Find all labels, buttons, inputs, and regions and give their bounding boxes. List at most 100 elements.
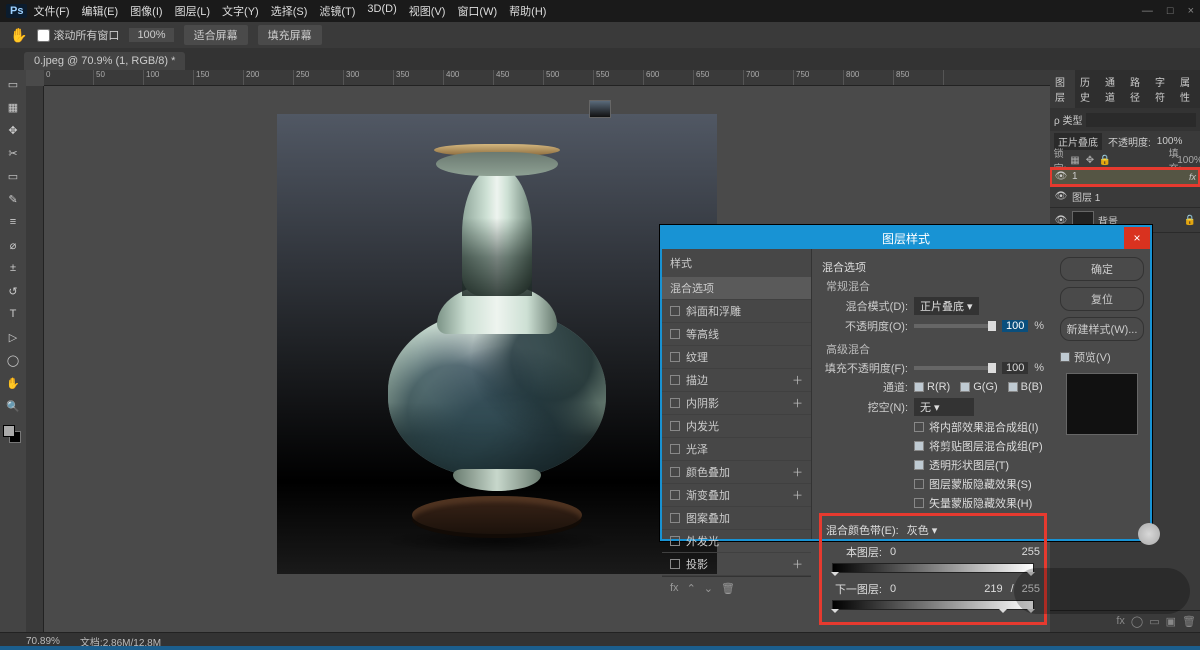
window-maximize-icon[interactable]: □: [1167, 5, 1174, 17]
fill-value[interactable]: 100%: [1184, 154, 1196, 166]
dialog-titlebar[interactable]: 图层样式 ×: [662, 227, 1150, 249]
pen-tool-icon[interactable]: ▷: [3, 327, 23, 347]
document-tab[interactable]: 0.jpeg @ 70.9% (1, RGB/8) *: [24, 52, 185, 70]
dialog-close-icon[interactable]: ×: [1124, 227, 1150, 249]
reset-button[interactable]: 复位: [1060, 287, 1144, 311]
fit-screen-button[interactable]: 适合屏幕: [184, 25, 248, 45]
preview-checkbox[interactable]: 预览(V): [1060, 349, 1144, 365]
hand-tool-icon[interactable]: ✋: [10, 27, 27, 44]
stamp-tool-icon[interactable]: ⌀: [3, 235, 23, 255]
style-inner-glow[interactable]: 内发光: [662, 415, 811, 438]
underlying-slider[interactable]: [832, 600, 1034, 610]
menu-image[interactable]: 图像(I): [130, 3, 162, 19]
fx-icon[interactable]: fx: [1116, 615, 1125, 628]
menu-file[interactable]: 文件(F): [33, 3, 69, 19]
tab-properties[interactable]: 属性: [1175, 70, 1200, 108]
menu-help[interactable]: 帮助(H): [509, 3, 546, 19]
zoom-100-button[interactable]: 100%: [129, 28, 173, 42]
move-tool-icon[interactable]: ▭: [3, 74, 23, 94]
channel-r[interactable]: R(R): [914, 381, 950, 393]
menu-window[interactable]: 窗口(W): [457, 3, 497, 19]
menu-filter[interactable]: 滤镜(T): [319, 3, 355, 19]
eyedropper-tool-icon[interactable]: ✎: [3, 189, 23, 209]
lock-all-icon[interactable]: 🔒: [1099, 154, 1111, 166]
style-pattern-overlay[interactable]: 图案叠加: [662, 507, 811, 530]
tab-layers[interactable]: 图层: [1050, 70, 1075, 108]
lasso-tool-icon[interactable]: ✥: [3, 120, 23, 140]
cb-transparency-shapes[interactable]: 透明形状图层(T): [914, 457, 1044, 473]
style-satin[interactable]: 光泽: [662, 438, 811, 461]
new-layer-icon[interactable]: ▣: [1166, 615, 1176, 628]
up-icon[interactable]: ⌃: [687, 582, 696, 595]
style-bevel[interactable]: 斜面和浮雕: [662, 300, 811, 323]
hand-tool-icon[interactable]: ✋: [3, 373, 23, 393]
zoom-tool-icon[interactable]: 🔍: [3, 396, 23, 416]
fx-menu-icon[interactable]: fx: [670, 582, 679, 595]
cb-layer-mask-hides[interactable]: 图层蒙版隐藏效果(S): [914, 476, 1044, 492]
menu-select[interactable]: 选择(S): [271, 3, 308, 19]
style-drop-shadow[interactable]: 投影＋: [662, 553, 811, 576]
document-canvas[interactable]: [277, 114, 717, 574]
layer-filter-input[interactable]: [1086, 113, 1196, 127]
fx-badge-icon[interactable]: fx: [1189, 172, 1196, 182]
style-contour[interactable]: 等高线: [662, 323, 811, 346]
channel-g[interactable]: G(G): [960, 381, 997, 393]
style-texture[interactable]: 纹理: [662, 346, 811, 369]
scroll-all-checkbox[interactable]: 滚动所有窗口: [37, 27, 119, 43]
layer-name[interactable]: 1: [1072, 171, 1078, 182]
lock-pixels-icon[interactable]: ▦: [1069, 154, 1081, 166]
type-tool-icon[interactable]: T: [3, 304, 23, 324]
visibility-icon[interactable]: 👁: [1054, 191, 1068, 202]
lock-position-icon[interactable]: ✥: [1084, 154, 1096, 166]
add-icon[interactable]: ＋: [792, 372, 803, 388]
window-minimize-icon[interactable]: —: [1142, 5, 1153, 17]
down-icon[interactable]: ⌄: [704, 582, 713, 595]
trash-icon[interactable]: 🗑: [721, 582, 735, 595]
shape-tool-icon[interactable]: ◯: [3, 350, 23, 370]
folder-icon[interactable]: ▭: [1149, 615, 1159, 628]
visibility-icon[interactable]: 👁: [1054, 215, 1068, 226]
menu-3d[interactable]: 3D(D): [367, 3, 396, 19]
cb-vector-mask-hides[interactable]: 矢量蒙版隐藏效果(H): [914, 495, 1044, 511]
style-stroke[interactable]: 描边＋: [662, 369, 811, 392]
layer-style-dialog[interactable]: 图层样式 × 样式 混合选项 斜面和浮雕 等高线 纹理 描边＋ 内阴影＋ 内发光…: [660, 225, 1152, 541]
blend-mode-select[interactable]: 正片叠底 ▾: [914, 297, 979, 315]
menu-view[interactable]: 视图(V): [409, 3, 446, 19]
knockout-select[interactable]: 无 ▾: [914, 398, 974, 416]
opacity-value[interactable]: 100: [1002, 320, 1028, 332]
style-blending-options[interactable]: 混合选项: [662, 277, 811, 300]
style-color-overlay[interactable]: 颜色叠加＋: [662, 461, 811, 484]
tab-channels[interactable]: 通道: [1100, 70, 1125, 108]
add-icon[interactable]: ＋: [792, 556, 803, 572]
cb-clip-group[interactable]: 将剪贴图层混合成组(P): [914, 438, 1044, 454]
fill-screen-button[interactable]: 填充屏幕: [258, 25, 322, 45]
crop-tool-icon[interactable]: ✂: [3, 143, 23, 163]
marquee-tool-icon[interactable]: ▦: [3, 97, 23, 117]
visibility-icon[interactable]: 👁: [1054, 171, 1068, 182]
new-style-button[interactable]: 新建样式(W)...: [1060, 317, 1144, 341]
gradient-tool-icon[interactable]: ↺: [3, 281, 23, 301]
style-inner-shadow[interactable]: 内阴影＋: [662, 392, 811, 415]
tab-history[interactable]: 历史: [1075, 70, 1100, 108]
add-icon[interactable]: ＋: [792, 395, 803, 411]
trash-icon[interactable]: 🗑: [1182, 615, 1196, 628]
ok-button[interactable]: 确定: [1060, 257, 1144, 281]
dialog-resize-handle[interactable]: [1138, 523, 1160, 545]
style-gradient-overlay[interactable]: 渐变叠加＋: [662, 484, 811, 507]
opacity-slider[interactable]: [914, 324, 996, 328]
menu-type[interactable]: 文字(Y): [222, 3, 259, 19]
tab-paths[interactable]: 路径: [1125, 70, 1150, 108]
frame-tool-icon[interactable]: ▭: [3, 166, 23, 186]
layer-row[interactable]: 👁 图层 1: [1050, 186, 1200, 208]
fill-opacity-slider[interactable]: [914, 366, 996, 370]
menu-edit[interactable]: 编辑(E): [82, 3, 119, 19]
add-icon[interactable]: ＋: [792, 487, 803, 503]
eraser-tool-icon[interactable]: ±: [3, 258, 23, 278]
layer-name[interactable]: 图层 1: [1072, 189, 1100, 204]
channel-b[interactable]: B(B): [1008, 381, 1043, 393]
add-icon[interactable]: ＋: [792, 464, 803, 480]
style-outer-glow[interactable]: 外发光: [662, 530, 811, 553]
menu-layer[interactable]: 图层(L): [175, 3, 210, 19]
tab-character[interactable]: 字符: [1150, 70, 1175, 108]
cb-inner-effects[interactable]: 将内部效果混合成组(I): [914, 419, 1044, 435]
